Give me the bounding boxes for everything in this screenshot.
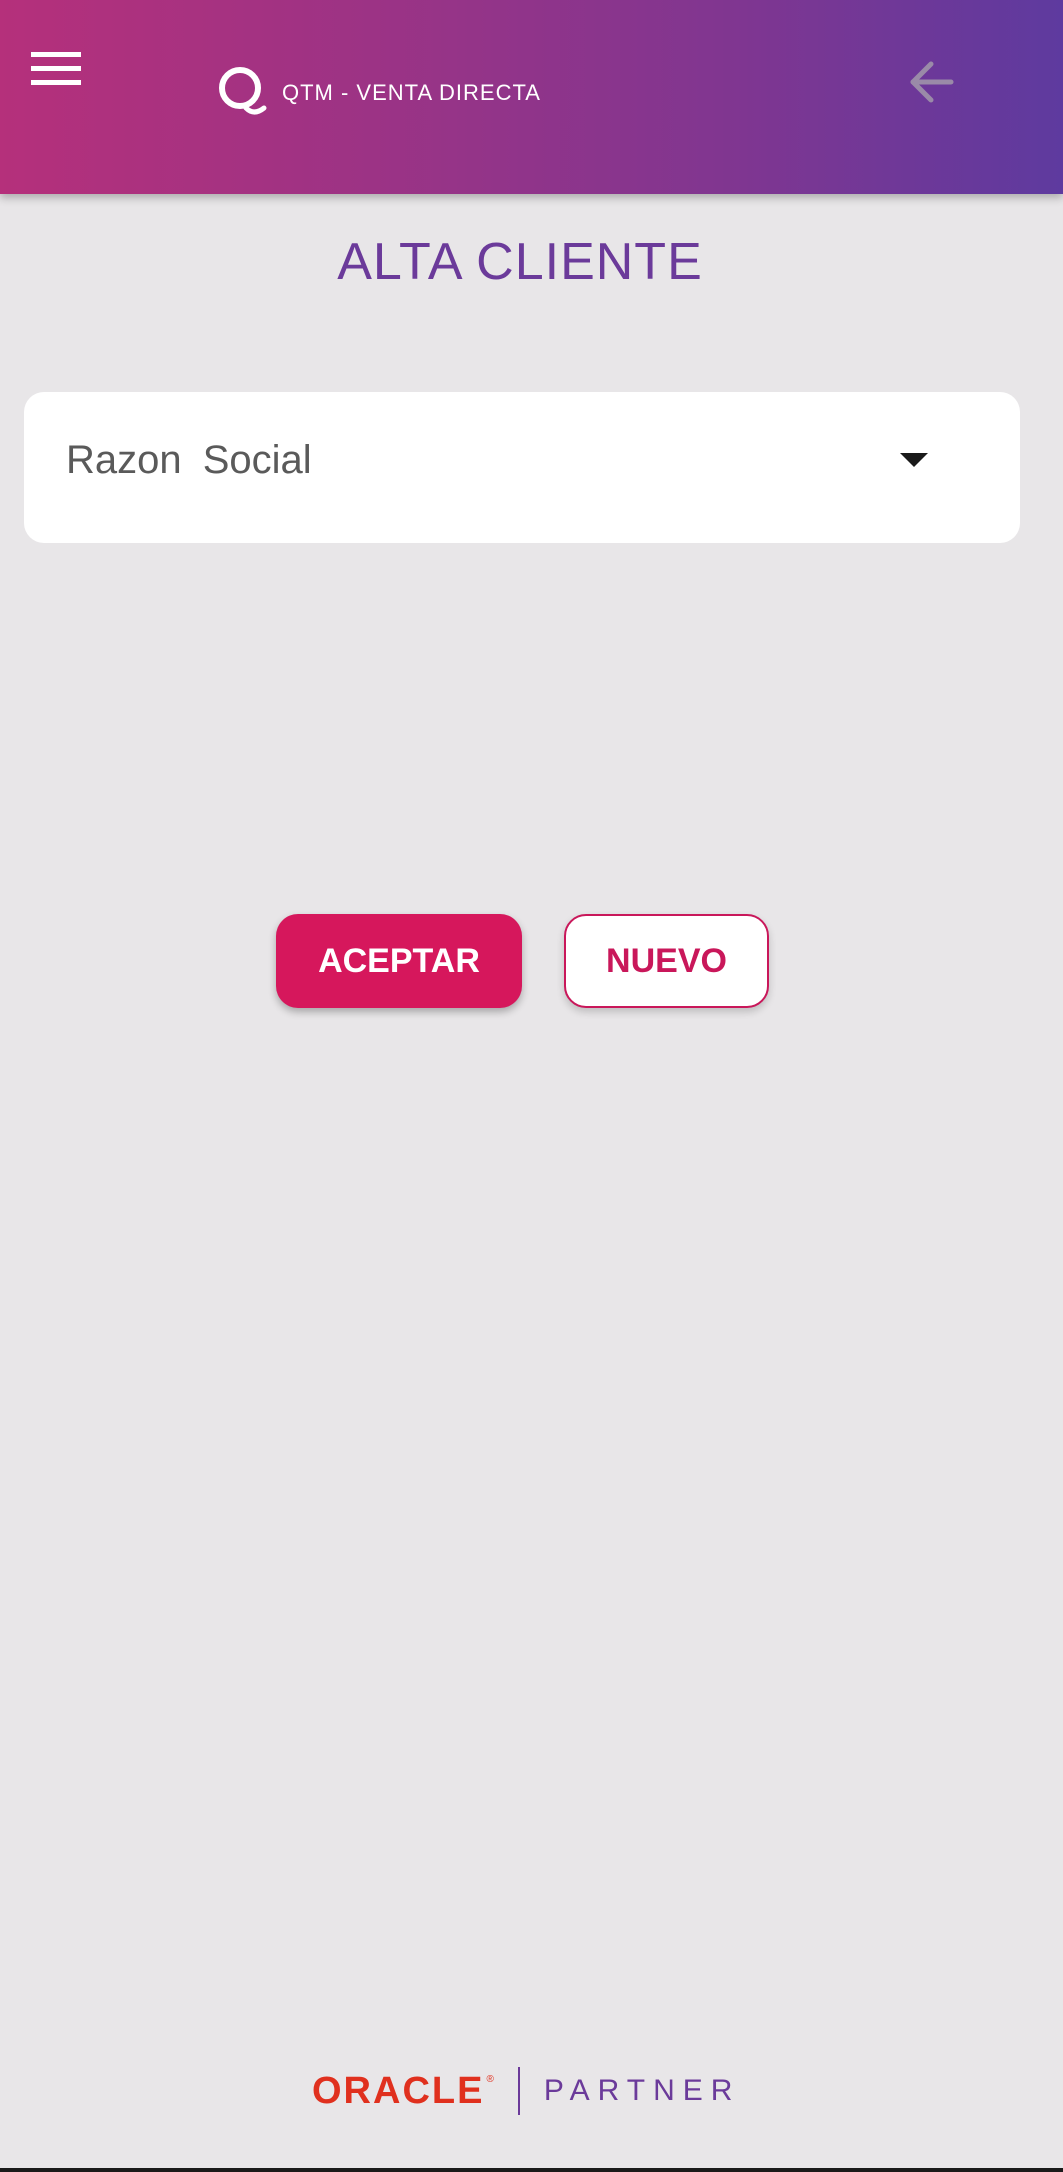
razon-social-select[interactable]: Razon Social — [24, 392, 1020, 543]
registered-mark: ® — [486, 2074, 494, 2085]
menu-button[interactable] — [22, 40, 90, 98]
footer-divider — [517, 2067, 520, 2115]
app-title: QTM - VENTA DIRECTA — [282, 80, 541, 105]
dropdown-arrow-icon — [900, 453, 928, 467]
oracle-partner-logo: ORACLE ® PARTNER — [312, 2066, 740, 2116]
arrow-back-icon — [910, 61, 954, 103]
accept-button[interactable]: ACEPTAR — [276, 914, 522, 1008]
partner-wordmark: PARTNER — [543, 2074, 741, 2107]
q-logo-icon — [219, 67, 267, 115]
bottom-edge — [0, 2168, 1063, 2172]
page-title: ALTA CLIENTE — [337, 233, 703, 291]
oracle-wordmark: ORACLE — [312, 2069, 485, 2112]
hamburger-menu-icon — [31, 52, 81, 85]
back-button[interactable] — [898, 52, 964, 112]
new-button[interactable]: NUEVO — [564, 914, 769, 1008]
app-brand: QTM - VENTA DIRECTA — [216, 64, 541, 122]
razon-social-label: Razon Social — [66, 438, 312, 482]
app-bar: QTM - VENTA DIRECTA — [0, 0, 1063, 194]
